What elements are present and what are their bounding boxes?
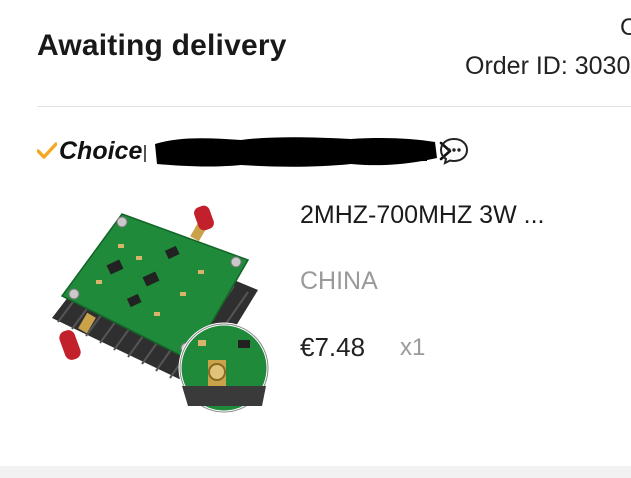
order-top-right-fragment: C [620,14,631,41]
section-separator [0,466,631,478]
item-price: €7.48 [300,332,366,362]
item-quantity: x1 [400,334,426,361]
choice-badge: Choice [36,136,143,166]
ship-from-label: CHINA [300,267,378,295]
store-row[interactable]: Choice [36,132,497,172]
order-status-title: Awaiting delivery [37,29,287,62]
header-divider [37,106,631,107]
badge-separator [144,145,146,162]
store-name-redacted[interactable] [151,134,443,170]
product-title[interactable]: 2MHZ-700MHZ 3W ... [300,201,544,230]
order-id: Order ID: 3030 [465,52,631,80]
choice-label: Choice [59,136,143,165]
checkmark-icon [36,142,58,160]
product-image[interactable] [48,200,270,416]
chat-bubble-icon[interactable] [439,137,469,165]
